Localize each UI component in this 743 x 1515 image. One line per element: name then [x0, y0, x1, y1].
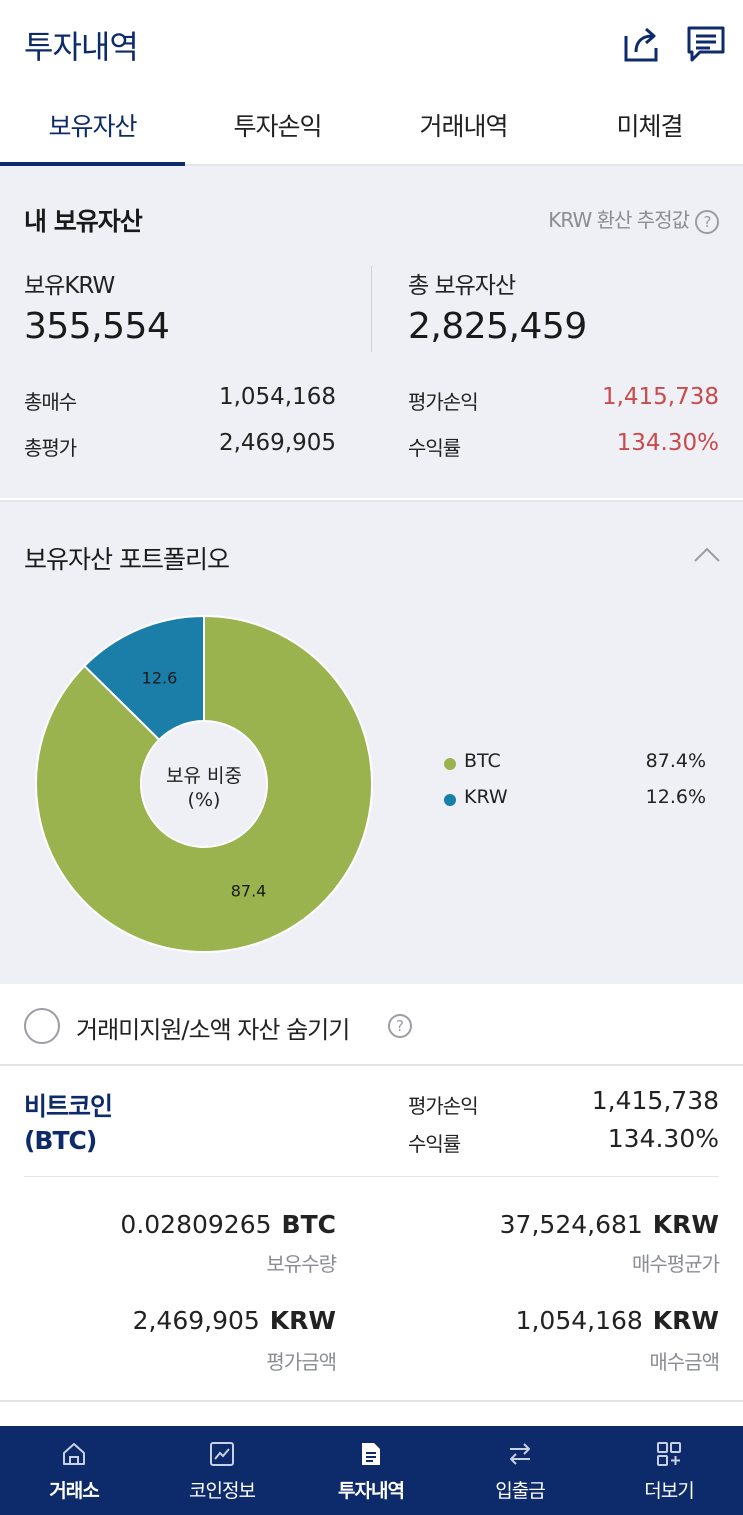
buy-amount: 1,054,168 KRW — [400, 1306, 719, 1335]
legend-name-krw: KRW — [464, 786, 508, 808]
nav-deposit-withdraw-label: 입출금 — [495, 1480, 545, 1502]
nav-deposit-withdraw[interactable]: 입출금 — [446, 1426, 594, 1515]
nav-more[interactable]: 더보기 — [595, 1426, 743, 1515]
nav-coin-info[interactable]: 코인정보 — [148, 1426, 296, 1515]
donut-slice-label-btc: 87.4 — [231, 882, 267, 901]
coin-rate-label: 수익률 — [408, 1132, 461, 1156]
app-header: 투자내역 — [0, 0, 743, 92]
return-rate-value: 134.30% — [616, 430, 719, 456]
tab-profit-loss[interactable]: 투자손익 — [185, 92, 370, 166]
hide-small-assets-row[interactable]: 거래미지원/소액 자산 숨기기 ? — [0, 984, 743, 1066]
share-icon[interactable] — [622, 24, 662, 64]
tab-holdings[interactable]: 보유자산 — [0, 92, 185, 166]
holding-amount-label: 보유수량 — [266, 1252, 337, 1276]
tab-unfilled[interactable]: 미체결 — [557, 92, 742, 166]
pnl-value: 1,415,738 — [601, 384, 719, 410]
summary-divider — [371, 266, 372, 352]
donut-center-label-2: (%) — [188, 789, 221, 811]
total-eval-value: 2,469,905 — [218, 430, 336, 456]
bottom-navigation: 거래소 코인정보 투자내역 입출금 더보기 — [0, 1426, 743, 1515]
hide-small-assets-radio[interactable] — [24, 1008, 60, 1044]
legend-item-krw: KRW 12.6% — [444, 786, 706, 816]
home-icon — [63, 1443, 85, 1465]
total-buy-label: 총매수 — [24, 390, 77, 414]
legend-item-btc: BTC 87.4% — [444, 750, 706, 780]
portfolio-panel: 보유자산 포트폴리오 87.4 12.6 보유 비중 (%) BTC 87.4% … — [0, 500, 743, 984]
holding-amount-unit: BTC — [281, 1210, 336, 1239]
legend-dot-btc — [444, 758, 456, 770]
krw-holding-label: 보유KRW — [24, 273, 115, 299]
coin-card-bottom-border — [0, 1400, 743, 1402]
avg-buy-price-unit: KRW — [652, 1210, 719, 1239]
krw-estimate-note: KRW 환산 추정값? — [548, 204, 719, 234]
total-eval-label: 총평가 — [24, 436, 77, 460]
chart-icon — [210, 1442, 234, 1466]
tab-trade-history[interactable]: 거래내역 — [371, 92, 556, 166]
krw-holding-value: 355,554 — [24, 306, 170, 347]
help-icon[interactable]: ? — [695, 209, 719, 234]
nav-investment-history[interactable]: 투자내역 — [297, 1426, 445, 1515]
krw-estimate-note-text: KRW 환산 추정값 — [548, 208, 690, 232]
coin-name-korean: 비트코인 — [24, 1092, 113, 1121]
coin-pnl-label: 평가손익 — [408, 1094, 479, 1118]
total-asset-value: 2,825,459 — [408, 306, 587, 347]
asset-summary-panel: 내 보유자산 KRW 환산 추정값? 보유KRW 355,554 총 보유자산 … — [0, 166, 743, 498]
holding-amount-value: 0.02809265 — [120, 1210, 272, 1239]
document-icon — [362, 1443, 380, 1465]
coin-rate-value: 134.30% — [607, 1124, 719, 1153]
grid-plus-icon — [657, 1442, 681, 1466]
avg-buy-price-value: 37,524,681 — [499, 1210, 643, 1239]
nav-coin-info-label: 코인정보 — [189, 1480, 256, 1502]
eval-amount-unit: KRW — [269, 1306, 336, 1335]
hide-small-assets-label: 거래미지원/소액 자산 숨기기 — [76, 1016, 350, 1044]
pnl-label: 평가손익 — [408, 390, 479, 414]
transfer-icon — [510, 1443, 530, 1465]
legend-name-btc: BTC — [464, 750, 501, 772]
eval-amount: 2,469,905 KRW — [40, 1306, 336, 1335]
nav-exchange[interactable]: 거래소 — [0, 1426, 148, 1515]
coin-card-btc[interactable]: 비트코인 (BTC) 평가손익 1,415,738 수익률 134.30% 0.… — [0, 1066, 743, 1426]
legend-dot-krw — [444, 794, 456, 806]
eval-amount-label: 평가금액 — [266, 1350, 337, 1374]
avg-buy-price-label: 매수평균가 — [632, 1252, 720, 1276]
total-asset-label: 총 보유자산 — [408, 273, 516, 299]
summary-title: 내 보유자산 — [24, 207, 143, 236]
message-icon[interactable] — [686, 24, 726, 64]
nav-more-label: 더보기 — [644, 1480, 694, 1502]
portfolio-donut-chart: 87.4 12.6 보유 비중 (%) — [35, 614, 373, 953]
legend-value-btc: 87.4% — [645, 750, 706, 772]
total-buy-value: 1,054,168 — [218, 384, 336, 410]
donut-slice-label-krw: 12.6 — [142, 668, 178, 687]
help-icon[interactable]: ? — [388, 1014, 412, 1038]
holding-amount: 0.02809265 BTC — [40, 1210, 336, 1239]
avg-buy-price: 37,524,681 KRW — [400, 1210, 719, 1239]
donut-center-label-1: 보유 비중 — [166, 765, 242, 787]
eval-amount-value: 2,469,905 — [132, 1306, 260, 1335]
buy-amount-value: 1,054,168 — [515, 1306, 643, 1335]
buy-amount-unit: KRW — [652, 1306, 719, 1335]
page-title: 투자내역 — [24, 28, 139, 66]
return-rate-label: 수익률 — [408, 436, 461, 460]
nav-exchange-label: 거래소 — [49, 1480, 99, 1502]
coin-name: 비트코인 (BTC) — [24, 1090, 113, 1158]
coin-symbol: (BTC) — [24, 1126, 97, 1155]
tab-bar: 보유자산 투자손익 거래내역 미체결 — [0, 92, 743, 166]
coin-divider — [24, 1176, 719, 1177]
buy-amount-label: 매수금액 — [649, 1350, 720, 1374]
coin-pnl-value: 1,415,738 — [591, 1086, 719, 1115]
legend-value-krw: 12.6% — [645, 786, 706, 808]
nav-investment-history-label: 투자내역 — [338, 1480, 405, 1502]
